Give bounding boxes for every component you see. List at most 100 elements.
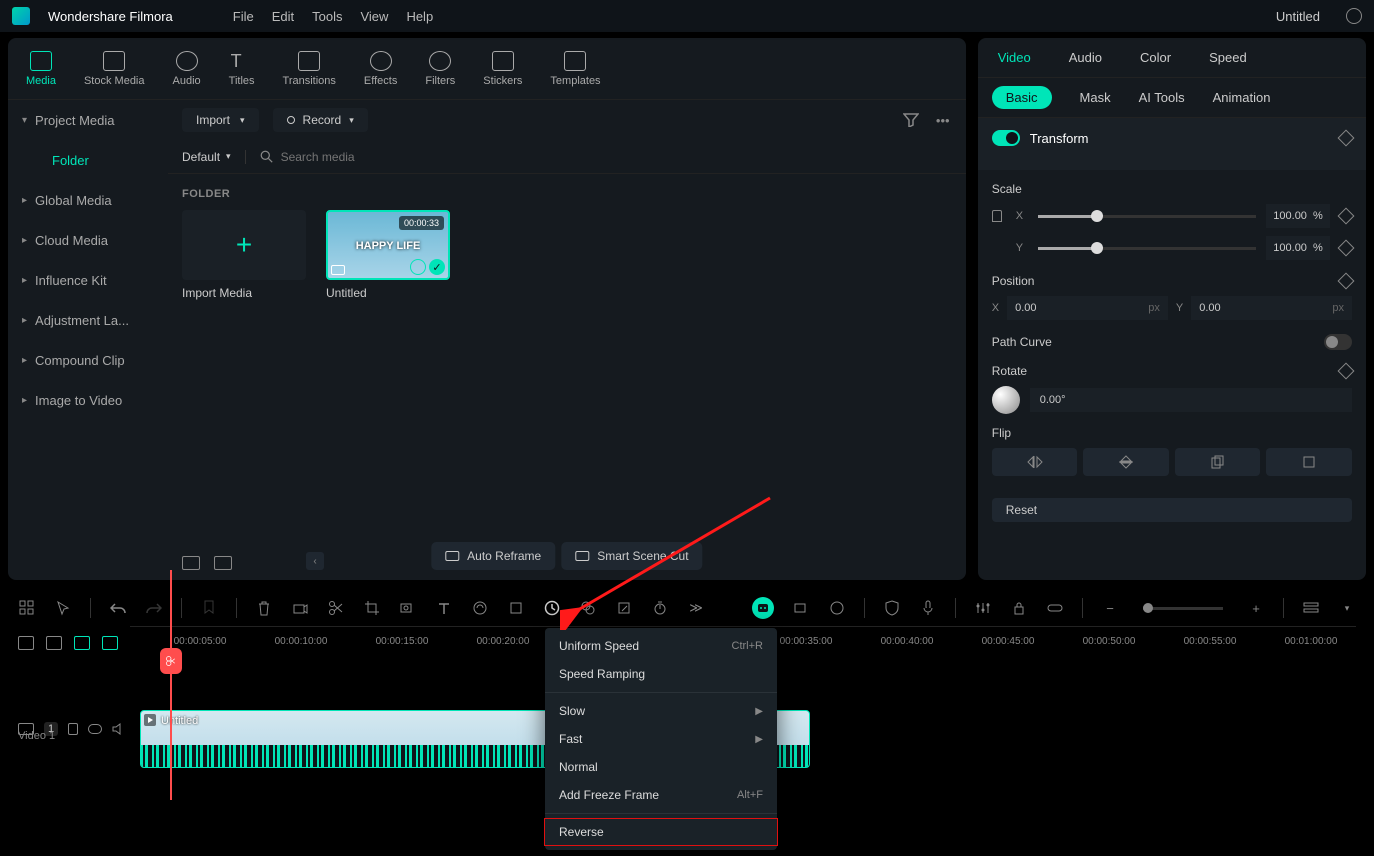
split-icon[interactable] (327, 599, 345, 617)
mixer-icon[interactable] (974, 599, 992, 617)
zoom-in-icon[interactable]: + (1247, 599, 1265, 617)
layout-icon[interactable] (18, 599, 36, 617)
sidebar-folder[interactable]: Folder (8, 140, 168, 180)
flip-copy-button[interactable] (1175, 448, 1261, 476)
cursor-icon[interactable] (54, 599, 72, 617)
rtab-video[interactable]: Video (998, 50, 1031, 65)
auto-reframe-button[interactable]: Auto Reframe (431, 542, 555, 570)
rtab-speed[interactable]: Speed (1209, 50, 1247, 65)
record-button[interactable]: Record▾ (273, 108, 368, 132)
tab-transitions[interactable]: Transitions (283, 51, 336, 87)
playhead-handle[interactable] (160, 648, 182, 674)
sidebar-image-to-video[interactable]: ▸Image to Video (8, 380, 168, 420)
redo-icon[interactable] (145, 599, 163, 617)
sidebar-compound-clip[interactable]: ▸Compound Clip (8, 340, 168, 380)
import-media-tile[interactable]: + Import Media (182, 210, 306, 300)
tab-audio[interactable]: Audio (173, 51, 201, 87)
sidebar-project-media[interactable]: ▾Project Media (8, 100, 168, 140)
rsub-basic[interactable]: Basic (992, 86, 1052, 109)
sidebar-influence-kit[interactable]: ▸Influence Kit (8, 260, 168, 300)
more-tools-icon[interactable]: ≫ (687, 599, 705, 617)
edit-icon[interactable] (615, 599, 633, 617)
zoom-slider[interactable] (1143, 607, 1223, 610)
ctx-speed-ramping[interactable]: Speed Ramping (545, 660, 777, 688)
menu-edit[interactable]: Edit (272, 9, 294, 24)
link-icon[interactable] (1046, 599, 1064, 617)
media-clip-tile[interactable]: 00:00:33 HAPPY LIFE ✓ Untitled (326, 210, 450, 300)
record-icon[interactable] (399, 599, 417, 617)
tab-titles[interactable]: TTitles (229, 51, 255, 87)
view-dropdown-icon[interactable]: ▾ (1338, 599, 1356, 617)
lock-track-icon[interactable] (1010, 599, 1028, 617)
tl-link-icon[interactable] (102, 636, 118, 650)
flip-paste-button[interactable] (1266, 448, 1352, 476)
delete-icon[interactable] (255, 599, 273, 617)
smart-scene-button[interactable]: Smart Scene Cut (561, 542, 702, 570)
keyframe-icon[interactable] (1338, 240, 1355, 257)
sidebar-collapse-button[interactable]: ‹ (306, 552, 324, 570)
path-curve-toggle[interactable] (1324, 334, 1352, 350)
timer-icon[interactable] (651, 599, 669, 617)
scale-x-value[interactable]: 100.00% (1266, 204, 1330, 228)
tl-magnet-icon[interactable] (74, 636, 90, 650)
rsub-mask[interactable]: Mask (1080, 90, 1111, 105)
undo-icon[interactable] (109, 599, 127, 617)
tab-stickers[interactable]: Stickers (483, 51, 522, 87)
import-button[interactable]: Import▾ (182, 108, 259, 132)
ctx-reverse[interactable]: Reverse (544, 818, 778, 846)
rtab-audio[interactable]: Audio (1069, 50, 1102, 65)
menu-file[interactable]: File (233, 9, 254, 24)
cloud-sync-icon[interactable] (1346, 8, 1362, 24)
menu-view[interactable]: View (360, 9, 388, 24)
ctx-normal[interactable]: Normal (545, 753, 777, 781)
ctx-fast[interactable]: Fast▶ (545, 725, 777, 753)
shield-icon[interactable] (883, 599, 901, 617)
rsub-animation[interactable]: Animation (1213, 90, 1271, 105)
fx-icon[interactable] (471, 599, 489, 617)
folder-action-icon[interactable] (182, 556, 200, 570)
crop-icon[interactable] (363, 599, 381, 617)
sort-dropdown[interactable]: Default▾ (182, 150, 231, 164)
sidebar-global-media[interactable]: ▸Global Media (8, 180, 168, 220)
scale-x-slider[interactable] (1038, 215, 1256, 218)
rtab-color[interactable]: Color (1140, 50, 1171, 65)
color-icon[interactable] (579, 599, 597, 617)
text-icon[interactable] (435, 599, 453, 617)
keyframe-icon[interactable] (1338, 363, 1355, 380)
scale-y-value[interactable]: 100.00% (1266, 236, 1330, 260)
zoom-out-icon[interactable]: − (1101, 599, 1119, 617)
tab-templates[interactable]: Templates (550, 51, 600, 87)
reset-button[interactable]: Reset (992, 498, 1352, 522)
ctx-add-freeze-frame[interactable]: Add Freeze FrameAlt+F (545, 781, 777, 809)
keyframe-icon[interactable] (1338, 130, 1355, 147)
marker-icon[interactable] (200, 599, 218, 617)
position-y-input[interactable]: 0.00px (1191, 296, 1352, 320)
tl-option-icon[interactable] (18, 636, 34, 650)
share-icon[interactable] (291, 599, 309, 617)
ai-assistant-button[interactable] (752, 597, 774, 619)
rsub-ai[interactable]: AI Tools (1139, 90, 1185, 105)
rotate-wheel[interactable] (992, 386, 1020, 414)
keyframe-icon[interactable] (1338, 273, 1355, 290)
folder-action-icon-2[interactable] (214, 556, 232, 570)
menu-help[interactable]: Help (406, 9, 433, 24)
position-x-input[interactable]: 0.00px (1007, 296, 1168, 320)
sidebar-cloud-media[interactable]: ▸Cloud Media (8, 220, 168, 260)
ctx-slow[interactable]: Slow▶ (545, 697, 777, 725)
flip-vertical-button[interactable] (1083, 448, 1169, 476)
lock-icon[interactable] (992, 210, 1002, 222)
rotate-input[interactable]: 0.00° (1030, 388, 1352, 412)
mute-icon[interactable] (112, 723, 126, 735)
mask-icon[interactable] (507, 599, 525, 617)
lock-icon[interactable] (68, 723, 78, 735)
menu-tools[interactable]: Tools (312, 9, 342, 24)
tl-option-icon-2[interactable] (46, 636, 62, 650)
mic-icon[interactable] (919, 599, 937, 617)
tab-effects[interactable]: Effects (364, 51, 397, 87)
view-mode-icon[interactable] (1302, 599, 1320, 617)
playhead[interactable] (170, 570, 172, 800)
flip-horizontal-button[interactable] (992, 448, 1078, 476)
search-input[interactable] (245, 150, 952, 164)
speed-icon[interactable] (543, 599, 561, 617)
filter-icon[interactable] (902, 111, 920, 129)
